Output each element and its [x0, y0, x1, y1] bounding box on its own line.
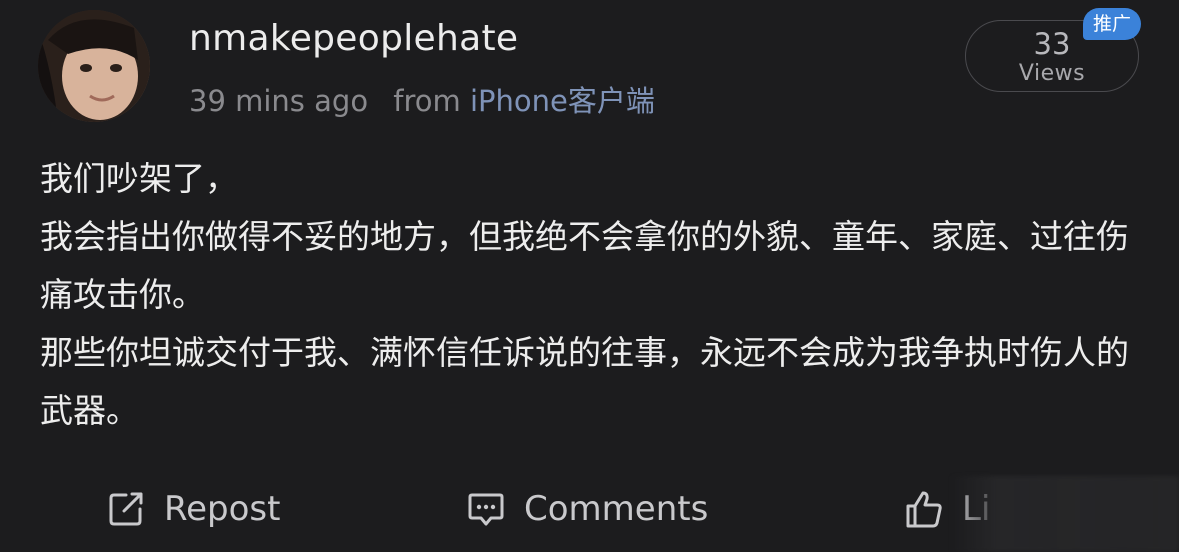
weibo-post: nmakepeoplehate 39 mins ago from iPhone客… — [0, 0, 1179, 552]
comments-button[interactable]: Comments — [466, 478, 708, 540]
post-line: 那些你坦诚交付于我、满怀信任诉说的往事，永远不会成为我争执时伤人的武器。 — [40, 333, 1129, 430]
post-line: 我会指出你做得不妥的地方，但我绝不会拿你的外貌、童年、家庭、过往伤痛攻击你。 — [40, 217, 1129, 314]
thumbs-up-icon — [906, 491, 942, 528]
views-label: Views — [1018, 61, 1086, 86]
repost-button[interactable]: Repost — [106, 478, 280, 540]
avatar[interactable] — [38, 10, 150, 122]
source-device-link[interactable]: iPhone客户端 — [470, 84, 655, 118]
source-prefix: from — [393, 84, 461, 118]
post-content: 我们吵架了， 我会指出你做得不妥的地方，但我绝不会拿你的外貌、童年、家庭、过往伤… — [40, 150, 1130, 440]
post-time: 39 mins ago — [189, 84, 369, 118]
avatar-photo-icon — [38, 10, 150, 122]
post-line: 我们吵架了， — [40, 159, 238, 198]
username[interactable]: nmakepeoplehate — [189, 18, 518, 59]
blur-overlay — [950, 476, 1179, 552]
repost-label: Repost — [164, 489, 281, 529]
comment-icon — [468, 493, 504, 526]
post-meta: 39 mins ago from iPhone客户端 — [189, 78, 655, 120]
comments-label: Comments — [524, 489, 709, 529]
repost-icon — [109, 492, 143, 526]
promote-badge[interactable]: 推广 — [1083, 8, 1141, 40]
